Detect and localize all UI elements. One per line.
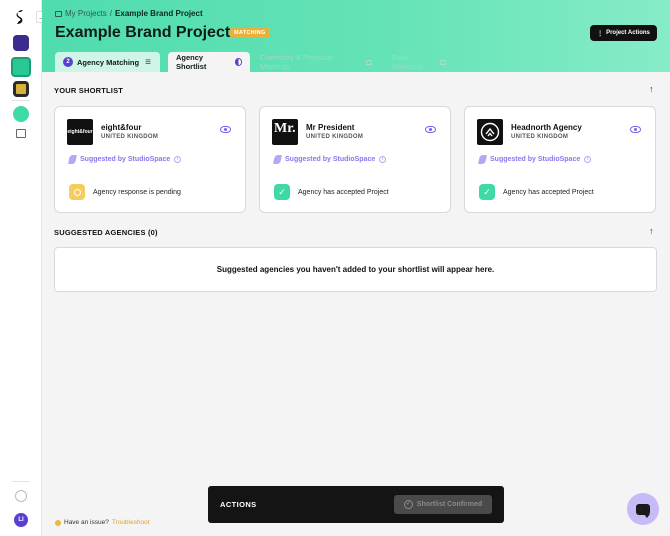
agency-card[interactable]: Mr. Mr President UNITED KINGDOM Suggeste… <box>259 106 451 213</box>
lock-icon <box>366 59 372 65</box>
shortlist-heading: YOUR SHORTLIST <box>54 86 124 95</box>
suggested-text: Suggested by StudioSpace <box>285 156 376 163</box>
breadcrumb-separator: / <box>109 9 113 18</box>
chat-icon <box>636 503 650 518</box>
agency-country: UNITED KINGDOM <box>511 134 569 140</box>
actions-bar: ACTIONS ✓ Shortlist Confirmed <box>208 486 504 523</box>
project-actions-button[interactable]: ⋮ Project Actions <box>590 25 657 41</box>
info-icon[interactable]: i <box>379 156 387 163</box>
suggested-text: Suggested by StudioSpace <box>80 156 171 163</box>
discover-icon[interactable] <box>13 35 29 51</box>
suggested-heading: SUGGESTED AGENCIES (0) <box>54 228 158 237</box>
info-icon[interactable]: i <box>584 156 592 163</box>
suggested-by-label: Suggested by StudioSpace i <box>68 155 182 164</box>
agency-country: UNITED KINGDOM <box>306 134 364 140</box>
rail-divider-bottom <box>12 481 30 482</box>
view-eye-icon[interactable] <box>220 126 231 133</box>
agency-status-text: Agency has accepted Project <box>503 188 594 196</box>
agency-status-text: Agency has accepted Project <box>298 188 389 196</box>
collapse-arrow-icon[interactable]: ↑ <box>649 84 654 94</box>
rail-divider <box>12 100 30 101</box>
agency-country: UNITED KINGDOM <box>101 134 159 140</box>
suggested-empty-state: Suggested agencies you haven't added to … <box>54 247 657 292</box>
agency-logo-text: eight&four <box>67 129 93 135</box>
clock-icon <box>69 184 85 200</box>
warning-icon <box>55 519 61 526</box>
studiospace-logo-icon[interactable] <box>13 9 29 25</box>
messages-icon[interactable] <box>13 106 29 122</box>
check-circle-icon: ✓ <box>403 500 413 509</box>
help-icon[interactable] <box>15 490 27 502</box>
tab-agency-matching[interactable]: 2 Agency Matching ≡ <box>55 52 160 72</box>
studiospace-mark-icon <box>273 155 282 164</box>
agency-name: Headnorth Agency <box>511 123 582 132</box>
tab-agency-shortlist[interactable]: Agency Shortlist <box>168 52 250 72</box>
tab-label: Chemistry & Proposal Meetings <box>260 53 333 71</box>
progress-half-icon <box>234 58 242 66</box>
agency-card[interactable]: Headnorth Agency UNITED KINGDOM Suggeste… <box>464 106 656 213</box>
projects-icon[interactable] <box>11 57 31 77</box>
check-icon: ✓ <box>479 184 495 200</box>
issue-text: Have an issue? <box>64 519 109 526</box>
agency-logo: eight&four <box>67 119 93 145</box>
page-title: Example Brand Project <box>55 24 231 41</box>
sidebar-rail: → LI <box>0 0 48 536</box>
breadcrumb-current: Example Brand Project <box>115 9 203 18</box>
project-tabs: 2 Agency Matching ≡ Agency Shortlist Che… <box>42 52 670 72</box>
actions-label: ACTIONS <box>220 500 257 509</box>
view-eye-icon[interactable] <box>630 126 641 133</box>
chat-launcher-button[interactable] <box>627 493 659 525</box>
menu-icon: ≡ <box>145 56 151 68</box>
agency-name: Mr President <box>306 123 355 132</box>
troubleshoot-link[interactable]: Troubleshoot <box>112 519 150 526</box>
project-actions-label: Project Actions <box>606 30 650 36</box>
info-icon[interactable]: i <box>174 156 182 163</box>
tab-label: Agency Shortlist <box>176 53 207 71</box>
shortlist-confirmed-button[interactable]: ✓ Shortlist Confirmed <box>394 495 492 514</box>
tab-label: Final Selection <box>392 53 423 71</box>
more-vertical-icon: ⋮ <box>597 30 604 37</box>
lock-icon <box>440 59 446 65</box>
breadcrumb: My Projects / Example Brand Project <box>55 9 203 18</box>
status-badge: MATCHING <box>230 28 270 38</box>
view-eye-icon[interactable] <box>425 126 436 133</box>
headnorth-logo-icon <box>480 122 500 142</box>
suggested-text: Suggested by StudioSpace <box>490 156 581 163</box>
confirm-label: Shortlist Confirmed <box>416 501 483 508</box>
troubleshoot-note: Have an issue? Troubleshoot <box>55 519 150 526</box>
tab-count-badge: 2 <box>63 57 73 67</box>
collapse-arrow-icon[interactable]: ↑ <box>649 226 654 236</box>
reports-icon[interactable] <box>16 129 26 138</box>
suggested-by-label: Suggested by StudioSpace i <box>273 155 387 164</box>
check-icon: ✓ <box>274 184 290 200</box>
agency-logo-text: Mr. <box>274 121 296 136</box>
agency-logo: Mr. <box>272 119 298 145</box>
studiospace-mark-icon <box>478 155 487 164</box>
agency-status: ✓ Agency has accepted Project <box>479 184 594 200</box>
agency-status: ✓ Agency has accepted Project <box>274 184 389 200</box>
tab-label: Agency Matching <box>77 57 140 67</box>
agency-status: Agency response is pending <box>69 184 181 200</box>
agency-status-text: Agency response is pending <box>93 188 181 196</box>
agency-logo <box>477 119 503 145</box>
notes-icon[interactable] <box>13 81 29 97</box>
tab-final-selection[interactable]: Final Selection <box>384 52 454 72</box>
folder-icon <box>55 10 62 17</box>
avatar[interactable]: LI <box>14 513 28 527</box>
suggested-by-label: Suggested by StudioSpace i <box>478 155 592 164</box>
agency-card[interactable]: eight&four eight&four UNITED KINGDOM Sug… <box>54 106 246 213</box>
studiospace-mark-icon <box>68 155 77 164</box>
agency-name: eight&four <box>101 123 142 132</box>
tab-chemistry-proposal[interactable]: Chemistry & Proposal Meetings <box>252 52 380 72</box>
breadcrumb-parent[interactable]: My Projects <box>65 9 107 18</box>
